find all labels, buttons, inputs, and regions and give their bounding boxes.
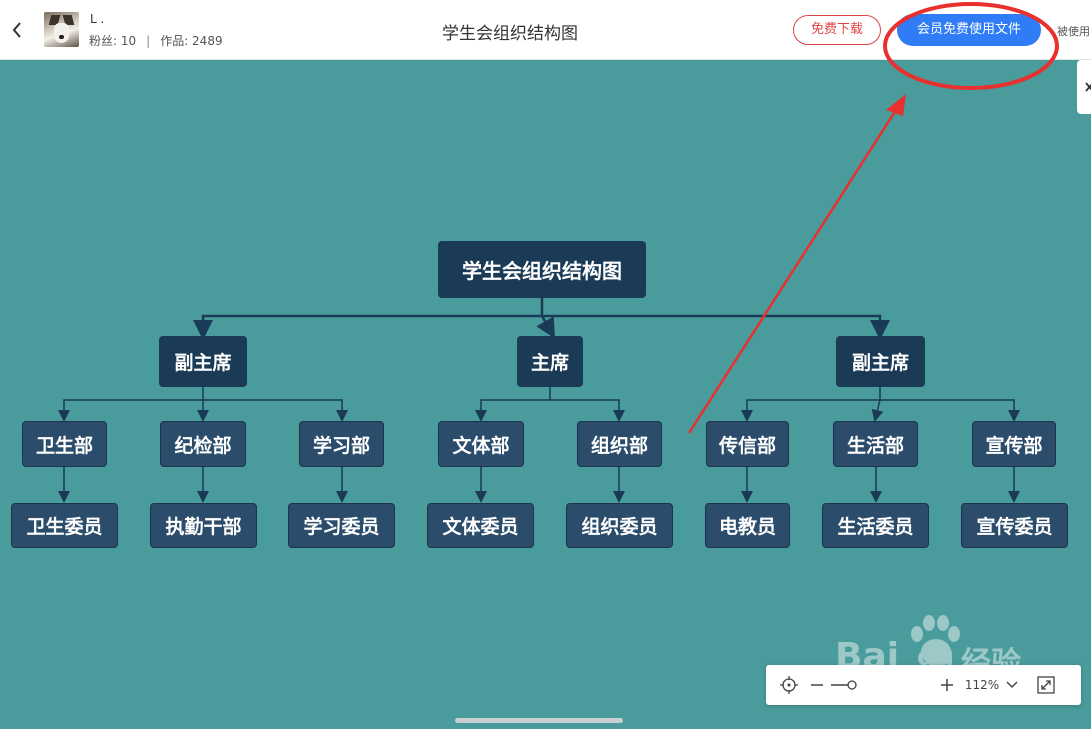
username[interactable]: L . [90,12,104,26]
dept-node-organization[interactable]: 组织部 [577,421,662,467]
dept-node-discipline[interactable]: 纪检部 [160,421,246,467]
dept-node-culture-sports[interactable]: 文体部 [438,421,524,467]
chevron-down-icon [1006,681,1018,688]
diagram-canvas[interactable]: 学生会组织结构图 副主席 主席 副主席 卫生部 纪检部 学习部 文体部 组织部 … [0,60,1091,729]
avatar[interactable] [44,12,79,47]
expand-icon[interactable] [1034,665,1058,705]
works-count: 作品: 2489 [160,34,223,48]
member-free-use-button[interactable]: 会员免费使用文件 [897,14,1041,46]
member-node-health[interactable]: 卫生委员 [11,503,118,548]
vice-chairman-node-right[interactable]: 副主席 [836,336,925,387]
zoom-slider[interactable] [830,665,860,705]
used-label: 被使用 [1057,25,1090,38]
page-title: 学生会组织结构图 [442,24,578,44]
dept-node-communication[interactable]: 传信部 [706,421,789,467]
plus-icon[interactable] [938,665,956,705]
minus-icon[interactable] [808,665,826,705]
stats-separator: | [146,34,151,48]
org-root-node[interactable]: 学生会组织结构图 [438,241,646,298]
zoom-toolbar: 112% [766,665,1081,705]
back-icon[interactable] [8,18,26,42]
dept-node-study[interactable]: 学习部 [299,421,384,467]
zoom-level: 112% [964,678,1000,692]
vice-chairman-node-left[interactable]: 副主席 [159,336,247,387]
member-node-publicity[interactable]: 宣传委员 [961,503,1068,548]
member-node-study[interactable]: 学习委员 [288,503,395,548]
dept-node-life[interactable]: 生活部 [833,421,918,467]
fans-count: 粉丝: 10 [89,34,137,48]
zoom-level-select[interactable]: 112% [962,665,1022,705]
member-node-discipline[interactable]: 执勤干部 [150,503,257,548]
top-header: L . 粉丝: 10 | 作品: 2489 学生会组织结构图 免费下载 会员免费使用… [0,0,1091,60]
free-download-button[interactable]: 免费下载 [793,15,881,45]
user-stats: 粉丝: 10 | 作品: 2489 [89,32,223,49]
chairman-node[interactable]: 主席 [517,336,583,387]
member-node-communication[interactable]: 电教员 [705,503,790,548]
dept-node-health[interactable]: 卫生部 [22,421,107,467]
member-node-culture-sports[interactable]: 文体委员 [427,503,534,548]
crosshair-icon[interactable] [776,665,802,705]
horizontal-scrollbar[interactable] [455,718,623,723]
member-node-life[interactable]: 生活委员 [822,503,929,548]
member-node-organization[interactable]: 组织委员 [566,503,673,548]
dept-node-publicity[interactable]: 宣传部 [972,421,1056,467]
connector-lines [58,298,1020,503]
